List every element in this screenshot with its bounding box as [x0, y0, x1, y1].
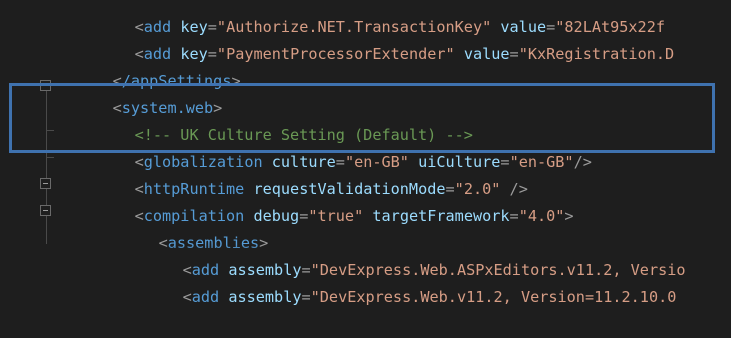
code-line: <compilation debug="true" targetFramewor…: [134, 207, 574, 225]
code-line: </appSettings>: [112, 72, 241, 90]
code-line: <add assembly="DevExpress.Web.v11.2, Ver…: [182, 288, 677, 306]
code-line: <add assembly="DevExpress.Web.ASPxEditor…: [182, 261, 686, 279]
code-line: <add key="Authorize.NET.TransactionKey" …: [134, 18, 665, 36]
fold-tick: [46, 157, 54, 158]
fold-toggle-assemblies[interactable]: [40, 205, 51, 216]
fold-toggle-compilation[interactable]: [40, 178, 51, 189]
highlight-box: [9, 83, 715, 153]
code-line: <assemblies>: [158, 234, 269, 252]
code-line: <httpRuntime requestValidationMode="2.0"…: [134, 180, 528, 198]
code-line: <add key="PaymentProcessorExtender" valu…: [134, 45, 675, 63]
